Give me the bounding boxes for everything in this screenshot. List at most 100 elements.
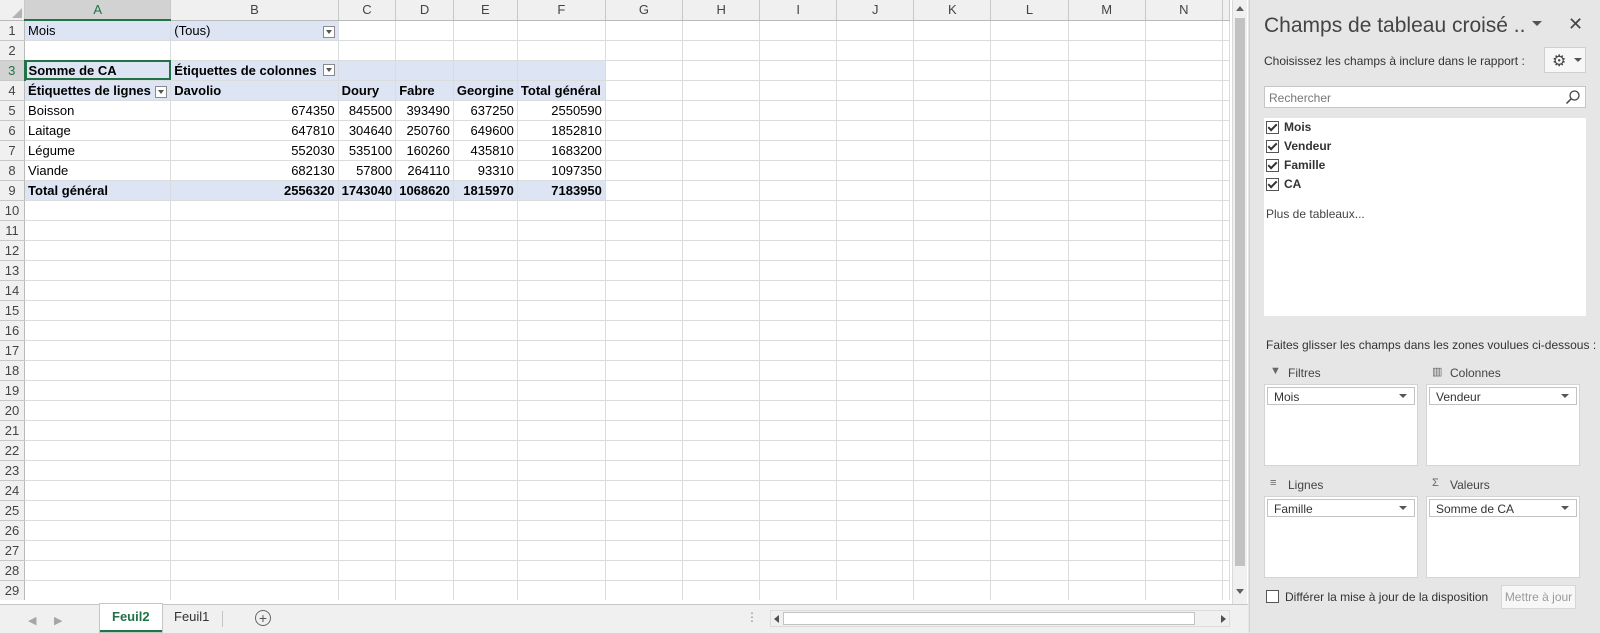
cell-j21[interactable] bbox=[836, 420, 915, 441]
cell-m1[interactable] bbox=[1068, 20, 1146, 41]
field-mois[interactable]: Mois bbox=[1264, 118, 1586, 137]
cell-m4[interactable] bbox=[1068, 80, 1146, 101]
close-icon[interactable]: ✕ bbox=[1568, 14, 1583, 35]
cell-a22[interactable] bbox=[24, 440, 172, 461]
cell-n25[interactable] bbox=[1145, 500, 1224, 521]
cell-b16[interactable] bbox=[170, 320, 339, 341]
row-header-14[interactable]: 14 bbox=[0, 280, 26, 301]
cell-g22[interactable] bbox=[605, 440, 684, 461]
cell-c7[interactable]: 535100 bbox=[338, 140, 397, 161]
cell-m28[interactable] bbox=[1068, 560, 1146, 581]
cell-c15[interactable] bbox=[338, 300, 397, 321]
scroll-right-icon[interactable] bbox=[1217, 611, 1229, 626]
cell-n6[interactable] bbox=[1145, 120, 1224, 141]
cell-b1[interactable]: (Tous) bbox=[170, 20, 339, 41]
cell-m22[interactable] bbox=[1068, 440, 1146, 461]
cell-l5[interactable] bbox=[990, 100, 1069, 121]
cell-d8[interactable]: 264110 bbox=[395, 160, 454, 181]
cell-g28[interactable] bbox=[605, 560, 684, 581]
cell-l13[interactable] bbox=[990, 260, 1069, 281]
cell-k6[interactable] bbox=[913, 120, 992, 141]
cell-a28[interactable] bbox=[24, 560, 172, 581]
cell-o20[interactable] bbox=[1222, 400, 1230, 421]
cell-h29[interactable] bbox=[682, 580, 761, 600]
row-header-21[interactable]: 21 bbox=[0, 420, 26, 441]
cell-h1[interactable] bbox=[682, 20, 761, 41]
cell-k21[interactable] bbox=[913, 420, 992, 441]
cell-o3[interactable] bbox=[1222, 60, 1230, 81]
cell-c20[interactable] bbox=[338, 400, 397, 421]
cell-e22[interactable] bbox=[453, 440, 518, 461]
scroll-down-icon[interactable] bbox=[1233, 584, 1247, 598]
zone-filters-box[interactable]: Mois bbox=[1264, 384, 1418, 466]
cell-m21[interactable] bbox=[1068, 420, 1146, 441]
cell-n9[interactable] bbox=[1145, 180, 1224, 201]
cell-c24[interactable] bbox=[338, 480, 397, 501]
cell-g20[interactable] bbox=[605, 400, 684, 421]
cell-e13[interactable] bbox=[453, 260, 518, 281]
cell-g24[interactable] bbox=[605, 480, 684, 501]
cell-m6[interactable] bbox=[1068, 120, 1146, 141]
cell-m18[interactable] bbox=[1068, 360, 1146, 381]
cell-m9[interactable] bbox=[1068, 180, 1146, 201]
cell-k17[interactable] bbox=[913, 340, 992, 361]
cell-i6[interactable] bbox=[759, 120, 838, 141]
cell-d16[interactable] bbox=[395, 320, 454, 341]
cell-g7[interactable] bbox=[605, 140, 684, 161]
cell-o11[interactable] bbox=[1222, 220, 1230, 241]
cell-k7[interactable] bbox=[913, 140, 992, 161]
cell-d24[interactable] bbox=[395, 480, 454, 501]
cell-o22[interactable] bbox=[1222, 440, 1230, 461]
cell-l8[interactable] bbox=[990, 160, 1069, 181]
cell-k2[interactable] bbox=[913, 40, 992, 61]
cell-f6[interactable]: 1852810 bbox=[517, 120, 606, 141]
cell-l22[interactable] bbox=[990, 440, 1069, 461]
cell-i22[interactable] bbox=[759, 440, 838, 461]
cell-a10[interactable] bbox=[24, 200, 172, 221]
cell-m2[interactable] bbox=[1068, 40, 1146, 61]
cell-j14[interactable] bbox=[836, 280, 915, 301]
cell-k13[interactable] bbox=[913, 260, 992, 281]
cell-e11[interactable] bbox=[453, 220, 518, 241]
cell-c27[interactable] bbox=[338, 540, 397, 561]
cell-k20[interactable] bbox=[913, 400, 992, 421]
cell-i26[interactable] bbox=[759, 520, 838, 541]
cell-a14[interactable] bbox=[24, 280, 172, 301]
cell-j28[interactable] bbox=[836, 560, 915, 581]
field-checkbox[interactable] bbox=[1266, 159, 1279, 172]
cell-d1[interactable] bbox=[395, 20, 454, 41]
zone-item-mois[interactable]: Mois bbox=[1267, 387, 1415, 405]
cell-l4[interactable] bbox=[990, 80, 1069, 101]
cell-k28[interactable] bbox=[913, 560, 992, 581]
cell-f7[interactable]: 1683200 bbox=[517, 140, 606, 161]
cell-c1[interactable] bbox=[338, 20, 397, 41]
cell-g15[interactable] bbox=[605, 300, 684, 321]
zone-columns-box[interactable]: Vendeur bbox=[1426, 384, 1580, 466]
row-header-22[interactable]: 22 bbox=[0, 440, 26, 461]
cell-f12[interactable] bbox=[517, 240, 606, 261]
cell-b22[interactable] bbox=[170, 440, 339, 461]
cell-k19[interactable] bbox=[913, 380, 992, 401]
column-header-m[interactable]: M bbox=[1068, 0, 1146, 21]
cell-f24[interactable] bbox=[517, 480, 606, 501]
row-header-20[interactable]: 20 bbox=[0, 400, 26, 421]
cell-n24[interactable] bbox=[1145, 480, 1224, 501]
cell-n16[interactable] bbox=[1145, 320, 1224, 341]
zone-item-vendeur[interactable]: Vendeur bbox=[1429, 387, 1577, 405]
row-labels-dropdown-icon[interactable] bbox=[155, 85, 168, 98]
cell-e17[interactable] bbox=[453, 340, 518, 361]
cell-e5[interactable]: 637250 bbox=[453, 100, 518, 121]
cell-d29[interactable] bbox=[395, 580, 454, 600]
cell-k15[interactable] bbox=[913, 300, 992, 321]
cell-h21[interactable] bbox=[682, 420, 761, 441]
cell-a13[interactable] bbox=[24, 260, 172, 281]
cell-d9[interactable]: 1068620 bbox=[395, 179, 454, 201]
row-header-26[interactable]: 26 bbox=[0, 520, 26, 541]
cell-m10[interactable] bbox=[1068, 200, 1146, 221]
row-header-11[interactable]: 11 bbox=[0, 220, 26, 241]
cell-h18[interactable] bbox=[682, 360, 761, 381]
cell-h19[interactable] bbox=[682, 380, 761, 401]
cell-e9[interactable]: 1815970 bbox=[453, 179, 518, 201]
cell-i20[interactable] bbox=[759, 400, 838, 421]
cell-a15[interactable] bbox=[24, 300, 172, 321]
